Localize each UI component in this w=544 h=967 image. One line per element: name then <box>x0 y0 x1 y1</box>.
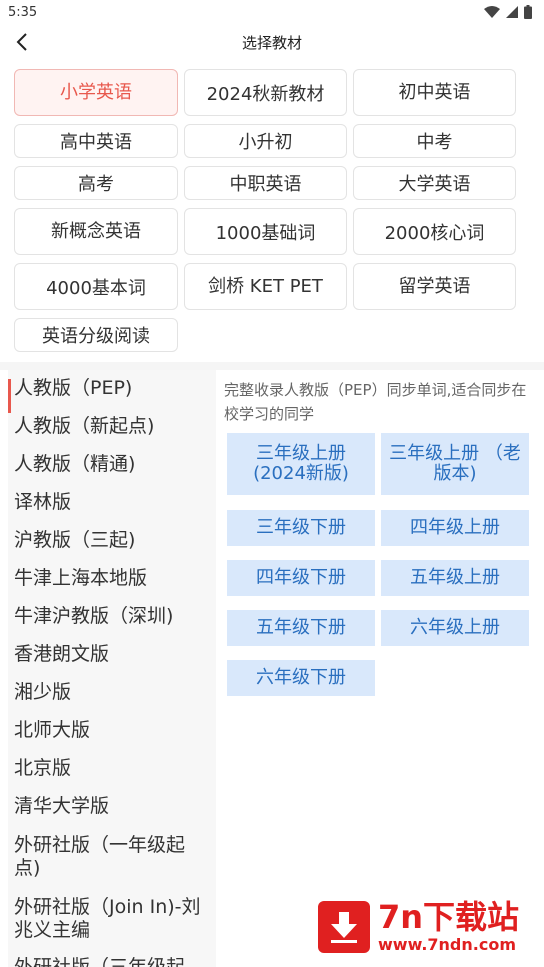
sidebar-item-edition[interactable]: 北京版 <box>8 757 216 780</box>
category-chip[interactable]: 剑桥 KET PET <box>184 263 347 310</box>
sidebar-item-label: 牛津沪教版（深圳) <box>14 605 174 627</box>
category-chip[interactable]: 高考 <box>14 166 178 200</box>
category-panel: 小学英语 2024秋新教材 初中英语 高中英语 小升初 中考 高考 中职英语 大… <box>8 62 536 362</box>
category-chip[interactable]: 大学英语 <box>353 166 516 200</box>
sidebar-item-edition[interactable]: 人教版（新起点) <box>8 415 216 438</box>
sidebar-item-label: 外研社版（一年级起点) <box>14 834 186 879</box>
sidebar-item-label: 香港朗文版 <box>14 643 110 665</box>
sidebar-item-label: 北京版 <box>14 757 72 779</box>
category-chip[interactable]: 留学英语 <box>353 263 516 310</box>
section-divider <box>0 362 544 370</box>
sidebar-item-label: 译林版 <box>14 491 72 513</box>
category-chip[interactable]: 中考 <box>353 124 516 158</box>
category-chip[interactable]: 1000基础词 <box>184 208 347 255</box>
sidebar-item-edition[interactable]: 译林版 <box>8 491 216 514</box>
site-watermark: 7n下载站 www.7ndn.com <box>318 894 536 960</box>
sidebar-item-label: 外研社版（Join In)-刘兆义主编 <box>14 896 201 941</box>
category-chip[interactable]: 中职英语 <box>184 166 347 200</box>
volume-button[interactable]: 四年级下册 <box>227 560 375 596</box>
volume-button[interactable]: 四年级上册 <box>381 510 529 546</box>
chevron-left-icon <box>16 33 27 51</box>
sidebar-item-edition[interactable]: 人教版（PEP) <box>8 377 216 413</box>
sidebar-item-label: 北师大版 <box>14 719 91 741</box>
category-chip[interactable]: 小升初 <box>184 124 347 158</box>
status-time: 5:35 <box>8 4 38 20</box>
sidebar-item-label: 人教版（新起点) <box>14 415 155 437</box>
status-bar: 5:35 <box>0 0 544 24</box>
edition-sidebar[interactable]: 人教版（PEP) 人教版（新起点) 人教版（精通) 译林版 沪教版（三起) 牛津… <box>8 370 216 967</box>
sidebar-item-label: 外研社版（三年级起 <box>14 956 186 967</box>
app-bar: 选择教材 <box>0 24 544 60</box>
sidebar-item-label: 人教版（精通) <box>14 453 136 475</box>
sidebar-item-edition[interactable]: 沪教版（三起) <box>8 529 216 552</box>
category-chip[interactable]: 初中英语 <box>353 69 516 116</box>
volume-button[interactable]: 三年级上册 （老版本) <box>381 433 529 495</box>
volume-button[interactable]: 六年级上册 <box>381 610 529 646</box>
sidebar-item-edition[interactable]: 人教版（精通) <box>8 453 216 476</box>
category-chip[interactable]: 小学英语 <box>14 69 178 116</box>
category-chip[interactable]: 高中英语 <box>14 124 178 158</box>
category-chip[interactable]: 新概念英语 <box>14 208 178 255</box>
sidebar-item-edition[interactable]: 牛津沪教版（深圳) <box>8 605 216 628</box>
sidebar-item-edition[interactable]: 北师大版 <box>8 719 216 742</box>
volume-button[interactable]: 三年级上册(2024新版) <box>227 433 375 495</box>
volume-button[interactable]: 五年级下册 <box>227 610 375 646</box>
back-button[interactable] <box>8 28 36 56</box>
download-arrow-icon <box>318 901 370 953</box>
sidebar-item-label: 人教版（PEP) <box>14 377 133 399</box>
sidebar-item-label: 沪教版（三起) <box>14 529 136 551</box>
sidebar-item-edition[interactable]: 香港朗文版 <box>8 643 216 666</box>
sidebar-item-edition[interactable]: 清华大学版 <box>8 795 216 818</box>
sidebar-item-label: 清华大学版 <box>14 795 110 817</box>
volume-button[interactable]: 五年级上册 <box>381 560 529 596</box>
sidebar-item-edition[interactable]: 外研社版（一年级起点) <box>8 834 204 880</box>
volume-panel: 完整收录人教版（PEP）同步单词,适合同步在校学习的同学 三年级上册(2024新… <box>216 370 544 967</box>
watermark-text: 7n下载站 www.7ndn.com <box>378 901 519 953</box>
signal-icon <box>506 6 518 18</box>
category-chip[interactable]: 英语分级阅读 <box>14 318 178 352</box>
category-chip[interactable]: 4000基本词 <box>14 263 178 310</box>
sidebar-item-edition[interactable]: 外研社版（Join In)-刘兆义主编 <box>8 896 208 942</box>
battery-icon <box>524 5 532 19</box>
watermark-url: www.7ndn.com <box>378 935 516 954</box>
sidebar-item-edition[interactable]: 湘少版 <box>8 681 216 704</box>
volume-button[interactable]: 六年级下册 <box>227 660 375 696</box>
edition-description: 完整收录人教版（PEP）同步单词,适合同步在校学习的同学 <box>224 381 527 423</box>
sidebar-item-edition[interactable]: 牛津上海本地版 <box>8 567 216 590</box>
volume-button[interactable]: 三年级下册 <box>227 510 375 546</box>
sidebar-item-label: 湘少版 <box>14 681 72 703</box>
category-chip[interactable]: 2024秋新教材 <box>184 69 347 116</box>
page-title: 选择教材 <box>241 33 302 52</box>
watermark-title: 7n下载站 <box>378 898 520 936</box>
sidebar-item-edition[interactable]: 外研社版（三年级起 <box>8 956 216 967</box>
category-chip[interactable]: 2000核心词 <box>353 208 516 255</box>
wifi-icon <box>484 6 500 18</box>
sidebar-item-label: 牛津上海本地版 <box>14 567 148 589</box>
status-icons <box>484 5 532 19</box>
